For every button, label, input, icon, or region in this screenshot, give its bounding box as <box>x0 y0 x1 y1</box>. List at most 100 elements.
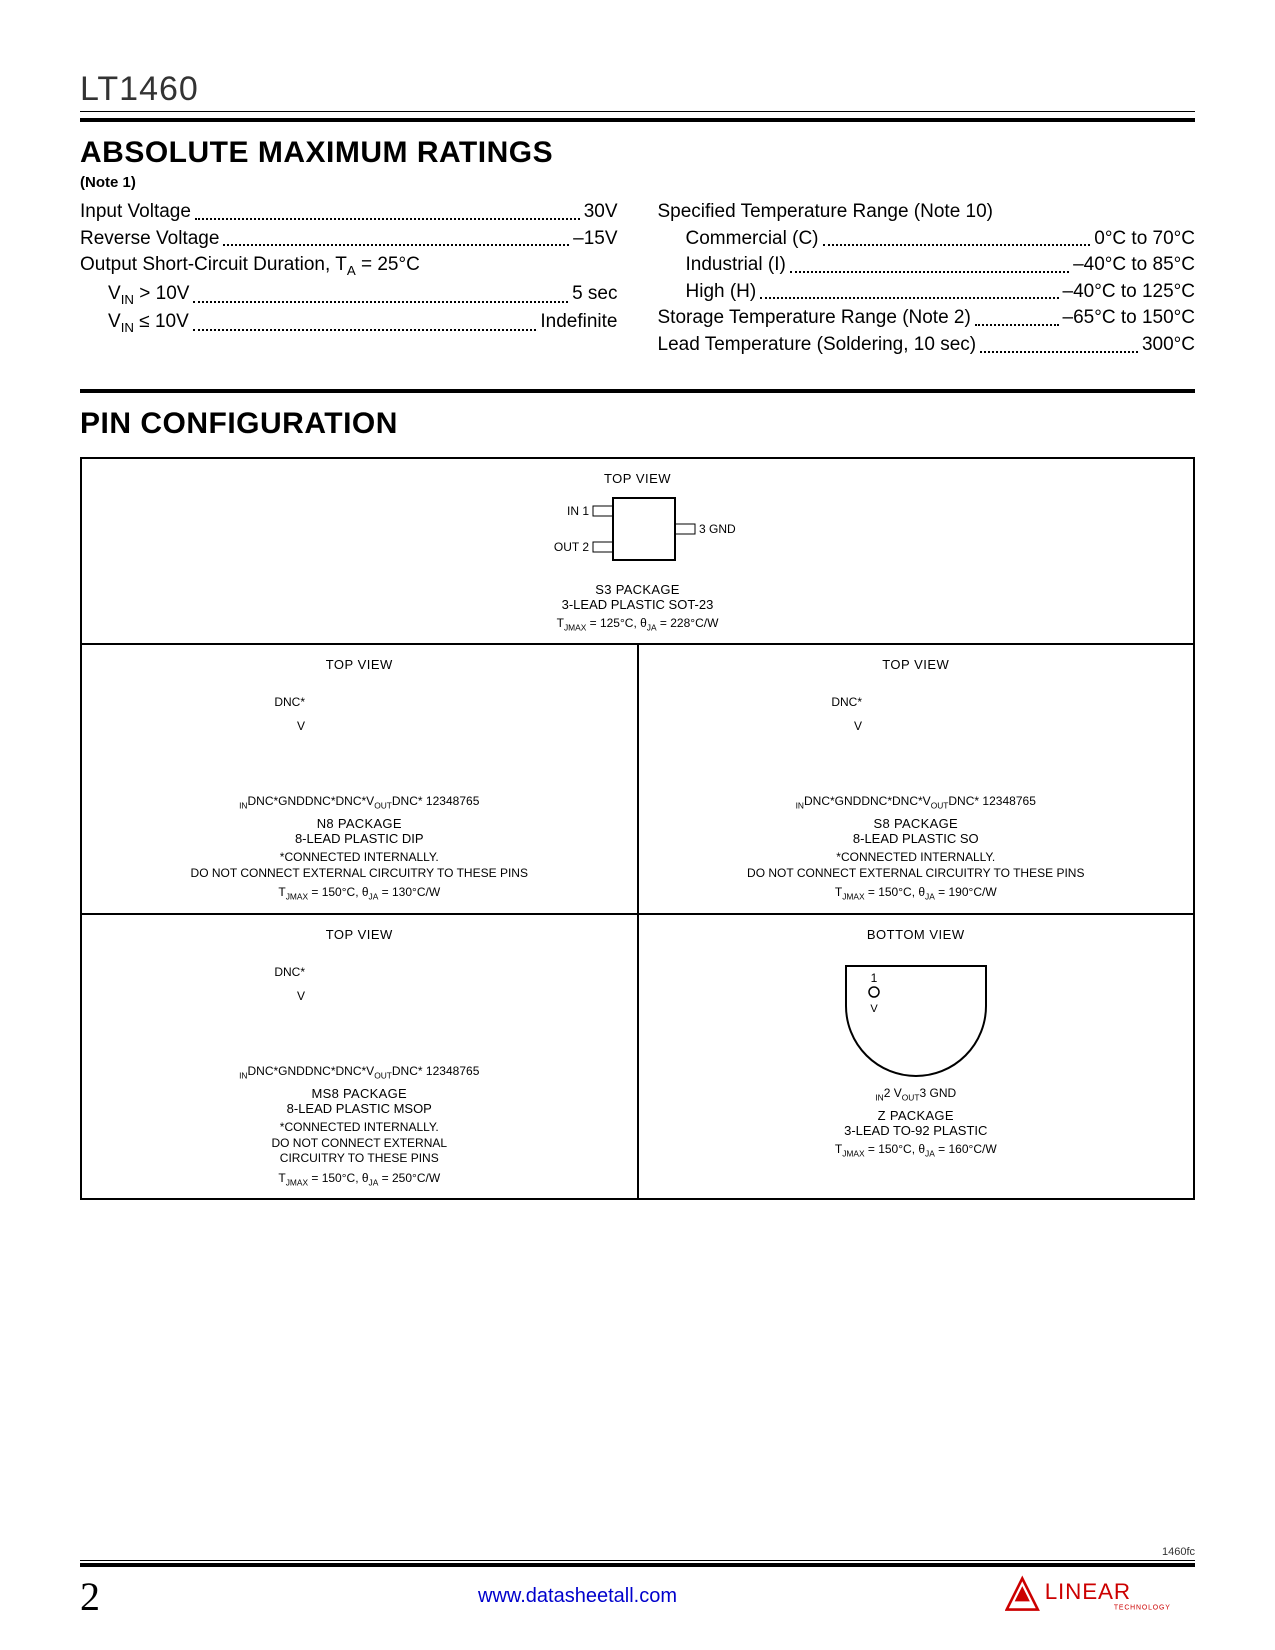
package-name: S3 PACKAGE <box>90 582 1185 597</box>
view-label: TOP VIEW <box>90 471 1185 486</box>
leader-dots <box>195 199 580 220</box>
package-desc: 8-LEAD PLASTIC MSOP <box>90 1101 629 1116</box>
package-thermal: TJMAX = 150°C, θJA = 160°C/W <box>647 1142 1186 1159</box>
leader-dots <box>760 279 1058 300</box>
rating-row: Reverse Voltage –15V <box>80 226 618 253</box>
rating-label: VIN > 10V <box>108 281 189 309</box>
rating-value: Indefinite <box>540 309 617 337</box>
ratings-columns: Input Voltage 30V Reverse Voltage –15V Outpu… <box>80 199 1195 359</box>
rating-label: Industrial (I) <box>686 252 786 279</box>
rating-row: VIN > 10V 5 sec <box>80 281 618 309</box>
rating-value: 30V <box>584 199 618 226</box>
rating-row: Commercial (C)0°C to 70°C <box>658 226 1196 253</box>
svg-text:IN 1: IN 1 <box>566 504 588 518</box>
package-diagram: DNC* V <box>245 676 473 794</box>
svg-text:1: 1 <box>870 971 877 985</box>
section-heading-pinconfig: PIN CONFIGURATION <box>80 407 1195 441</box>
rating-label: VIN ≤ 10V <box>108 309 189 337</box>
package-z: BOTTOM VIEW 1 VIN2 VOUT3 GND Z PACKAGE 3… <box>638 914 1195 1199</box>
leader-dots <box>193 281 568 303</box>
rating-label: Lead Temperature (Soldering, 10 sec) <box>658 332 977 359</box>
package-n8: TOP VIEW DNC*VINDNC*GNDDNC*DNC*VOUTDNC* … <box>81 644 638 914</box>
pin-configuration-box: TOP VIEW IN 1 OUT 2 3 GND S3 PACKAGE 3-L… <box>80 457 1195 1201</box>
svg-text:DNC*: DNC* <box>275 695 306 709</box>
rating-label: Storage Temperature Range (Note 2) <box>658 305 971 332</box>
package-desc: 8-LEAD PLASTIC SO <box>647 831 1186 846</box>
leader-dots <box>980 332 1138 353</box>
leader-dots <box>790 252 1069 273</box>
footer-url[interactable]: www.datasheetall.com <box>160 1585 995 1608</box>
package-note: *CONNECTED INTERNALLY.DO NOT CONNECT EXT… <box>90 850 629 881</box>
view-label: TOP VIEW <box>90 657 629 672</box>
svg-text:V: V <box>870 1003 878 1015</box>
rating-row: Output Short-Circuit Duration, TA = 25°C <box>80 252 618 280</box>
page-number: 2 <box>80 1573 160 1620</box>
package-desc: 8-LEAD PLASTIC DIP <box>90 831 629 846</box>
rating-row: Industrial (I) –40°C to 85°C <box>658 252 1196 279</box>
view-label: TOP VIEW <box>647 657 1186 672</box>
svg-text:TECHNOLOGY: TECHNOLOGY <box>1114 1605 1171 1612</box>
svg-text:OUT 2: OUT 2 <box>553 540 588 554</box>
rating-label: Output Short-Circuit Duration, TA = 25°C <box>80 252 420 280</box>
package-s8: TOP VIEW DNC*VINDNC*GNDDNC*DNC*VOUTDNC* … <box>638 644 1195 914</box>
package-diagram: 1 V <box>794 946 1038 1086</box>
package-thermal: TJMAX = 150°C, θJA = 190°C/W <box>647 885 1186 902</box>
package-s3: TOP VIEW IN 1 OUT 2 3 GND S3 PACKAGE 3-L… <box>81 458 1194 644</box>
view-label: TOP VIEW <box>90 927 629 942</box>
rating-row: Lead Temperature (Soldering, 10 sec) 300°… <box>658 332 1196 359</box>
rating-label: High (H) <box>686 279 757 306</box>
svg-text:V: V <box>854 719 862 733</box>
rating-value: –15V <box>573 226 617 253</box>
svg-text:3 GND: 3 GND <box>699 522 736 536</box>
section-divider <box>80 389 1195 393</box>
section-heading-ratings: ABSOLUTE MAXIMUM RATINGS <box>80 136 1195 170</box>
svg-text:DNC*: DNC* <box>831 695 862 709</box>
package-thermal: TJMAX = 125°C, θJA = 228°C/W <box>90 616 1185 633</box>
ratings-col-right: Specified Temperature Range (Note 10)Com… <box>658 199 1196 359</box>
rating-row: Specified Temperature Range (Note 10) <box>658 199 1196 226</box>
package-name: MS8 PACKAGE <box>90 1086 629 1101</box>
svg-text:DNC*: DNC* <box>275 965 306 979</box>
leader-dots <box>223 226 569 247</box>
footer-rule-thin <box>80 1560 1195 1561</box>
package-thermal: TJMAX = 150°C, θJA = 250°C/W <box>90 1171 629 1188</box>
package-diagram: DNC* V <box>802 676 1030 794</box>
rating-row: Input Voltage 30V <box>80 199 618 226</box>
package-name: N8 PACKAGE <box>90 816 629 831</box>
leader-dots <box>975 305 1059 326</box>
rating-label: Input Voltage <box>80 199 191 226</box>
package-note: *CONNECTED INTERNALLY.DO NOT CONNECT EXT… <box>90 1120 629 1167</box>
rating-label: Commercial (C) <box>686 226 819 253</box>
package-note: *CONNECTED INTERNALLY.DO NOT CONNECT EXT… <box>647 850 1186 881</box>
rating-value: 5 sec <box>572 281 617 309</box>
view-label: BOTTOM VIEW <box>647 927 1186 942</box>
svg-text:V: V <box>297 719 305 733</box>
rating-row: Storage Temperature Range (Note 2) –65°C … <box>658 305 1196 332</box>
rule-thick <box>80 118 1195 122</box>
doc-code: 1460fc <box>80 1546 1195 1558</box>
svg-text:V: V <box>297 989 305 1003</box>
package-name: Z PACKAGE <box>647 1108 1186 1123</box>
rating-value: –40°C to 125°C <box>1063 279 1195 306</box>
rating-label: Specified Temperature Range (Note 10) <box>658 199 994 226</box>
rating-row: High (H) –40°C to 125°C <box>658 279 1196 306</box>
ratings-col-left: Input Voltage 30V Reverse Voltage –15V Outpu… <box>80 199 618 359</box>
linear-logo: LINEAR TECHNOLOGY <box>995 1575 1195 1618</box>
rating-value: –40°C to 85°C <box>1073 252 1195 279</box>
package-desc: 3-LEAD TO-92 PLASTIC <box>647 1123 1186 1138</box>
part-number: LT1460 <box>80 70 1195 109</box>
package-desc: 3-LEAD PLASTIC SOT-23 <box>90 597 1185 612</box>
package-diagram: DNC* V <box>245 946 473 1064</box>
footer-rule-thick <box>80 1563 1195 1567</box>
page-footer: 1460fc 2 www.datasheetall.com LINEAR TEC… <box>0 1546 1275 1620</box>
package-name: S8 PACKAGE <box>647 816 1186 831</box>
svg-text:LINEAR: LINEAR <box>1045 1579 1131 1604</box>
rating-row: VIN ≤ 10V Indefinite <box>80 309 618 337</box>
section-note: (Note 1) <box>80 174 1195 191</box>
package-diagram: IN 1 OUT 2 3 GND <box>533 490 743 576</box>
rating-label: Reverse Voltage <box>80 226 219 253</box>
rating-value: –65°C to 150°C <box>1063 305 1195 332</box>
rule-thin <box>80 111 1195 112</box>
package-thermal: TJMAX = 150°C, θJA = 130°C/W <box>90 885 629 902</box>
rating-value: 300°C <box>1142 332 1195 359</box>
